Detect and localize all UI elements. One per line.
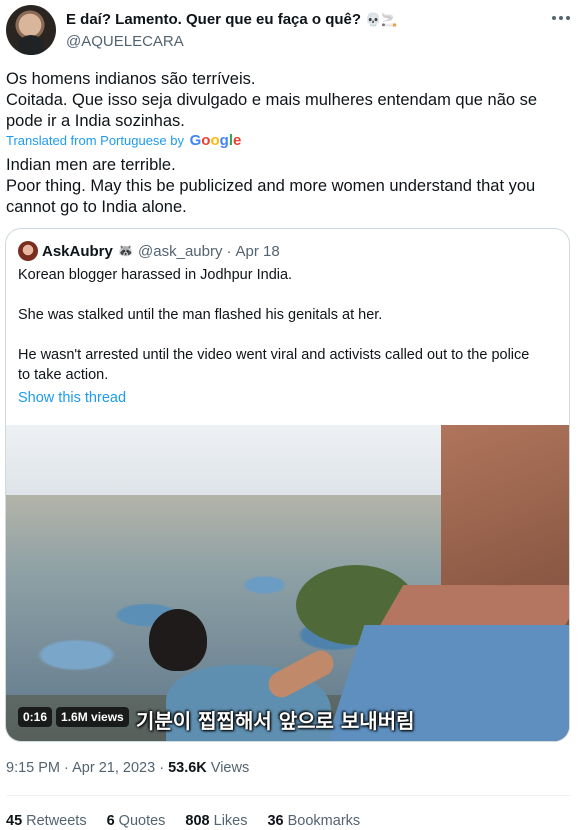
engagement-stats: 45 Retweets 6 Quotes 808 Likes 36 Bookmarks: [6, 813, 360, 829]
stat-count: 45: [6, 813, 23, 829]
stat-label: Likes: [213, 813, 248, 829]
retweets-stat[interactable]: 45 Retweets: [6, 813, 87, 829]
tweet-header: E daí? Lamento. Quer que eu faça o quê? 💀…: [6, 5, 579, 57]
video-player[interactable]: 0:16 1.6M views 기분이 찝찝해서 앞으로 보내버림: [6, 425, 569, 741]
user-handle[interactable]: @AQUELECARA: [66, 33, 184, 50]
display-name[interactable]: E daí? Lamento. Quer que eu faça o quê? 💀…: [66, 11, 397, 28]
tweet-meta: 9:15 PM · Apr 21, 2023 · 53.6K Views: [6, 760, 249, 776]
video-duration-badge: 0:16: [18, 707, 53, 727]
video-subtitle: 기분이 찝찝해서 앞으로 보내버림: [136, 709, 415, 733]
stat-label: Retweets: [26, 813, 87, 829]
likes-stat[interactable]: 808 Likes: [185, 813, 247, 829]
video-person-head: [149, 609, 207, 671]
quoted-handle[interactable]: @ask_aubry: [138, 243, 222, 260]
quoted-tweet[interactable]: AskAubry 🦝 @ask_aubry · Apr 18 Korean bl…: [5, 228, 570, 742]
translation-line: Indian men are terrible.: [6, 156, 176, 174]
quoted-display-name[interactable]: AskAubry: [42, 243, 113, 260]
quotes-stat[interactable]: 6 Quotes: [107, 813, 166, 829]
quoted-avatar[interactable]: [18, 241, 38, 261]
translation-line: Poor thing. May this be publicized and m…: [6, 177, 536, 216]
tweet-line: Os homens indianos são terríveis.: [6, 70, 256, 88]
raccoon-icon: 🦝: [117, 243, 135, 258]
views-label: Views: [210, 760, 250, 776]
tweet-translation: Indian men are terrible. Poor thing. May…: [6, 155, 578, 218]
tweet-time[interactable]: 9:15 PM: [6, 760, 60, 776]
separator-dot: ·: [226, 242, 232, 260]
stat-count: 6: [106, 813, 115, 829]
tweet-date[interactable]: Apr 21, 2023: [72, 760, 155, 776]
tweet-line: Coitada. Que isso seja divulgado e mais …: [6, 91, 538, 130]
display-name-text[interactable]: E daí? Lamento. Quer que eu faça o quê?: [66, 11, 361, 28]
bookmarks-stat[interactable]: 36 Bookmarks: [267, 813, 360, 829]
avatar[interactable]: [6, 5, 56, 55]
stat-label: Quotes: [118, 813, 166, 829]
google-logo: Google: [189, 132, 242, 149]
video-badges: 0:16 1.6M views: [18, 707, 129, 727]
quoted-paragraph: She was stalked until the man flashed hi…: [18, 307, 383, 323]
translation-attribution[interactable]: Translated from Portuguese by Google: [6, 132, 241, 149]
quoted-paragraph: Korean blogger harassed in Jodhpur India…: [18, 267, 293, 283]
stat-count: 808: [185, 813, 210, 829]
translated-from-label: Translated from Portuguese by: [6, 133, 184, 148]
meta-separator: ·: [159, 760, 165, 776]
video-views-badge: 1.6M views: [56, 707, 129, 727]
quoted-date[interactable]: Apr 18: [235, 243, 279, 260]
more-options-icon[interactable]: [549, 9, 573, 27]
divider: [6, 795, 571, 796]
stat-label: Bookmarks: [287, 813, 361, 829]
quoted-paragraph: He wasn't arrested until the video went …: [18, 347, 530, 383]
stat-count: 36: [267, 813, 284, 829]
views-count: 53.6K: [168, 760, 207, 776]
tweet-original-text: Os homens indianos são terríveis. Coitad…: [6, 69, 576, 132]
show-thread-link[interactable]: Show this thread: [18, 390, 126, 406]
meta-separator: ·: [64, 760, 69, 776]
name-emoji: 💀🚬: [365, 12, 398, 27]
quoted-tweet-header: AskAubry 🦝 @ask_aubry · Apr 18: [18, 241, 280, 261]
quoted-tweet-body: Korean blogger harassed in Jodhpur India…: [18, 265, 538, 385]
